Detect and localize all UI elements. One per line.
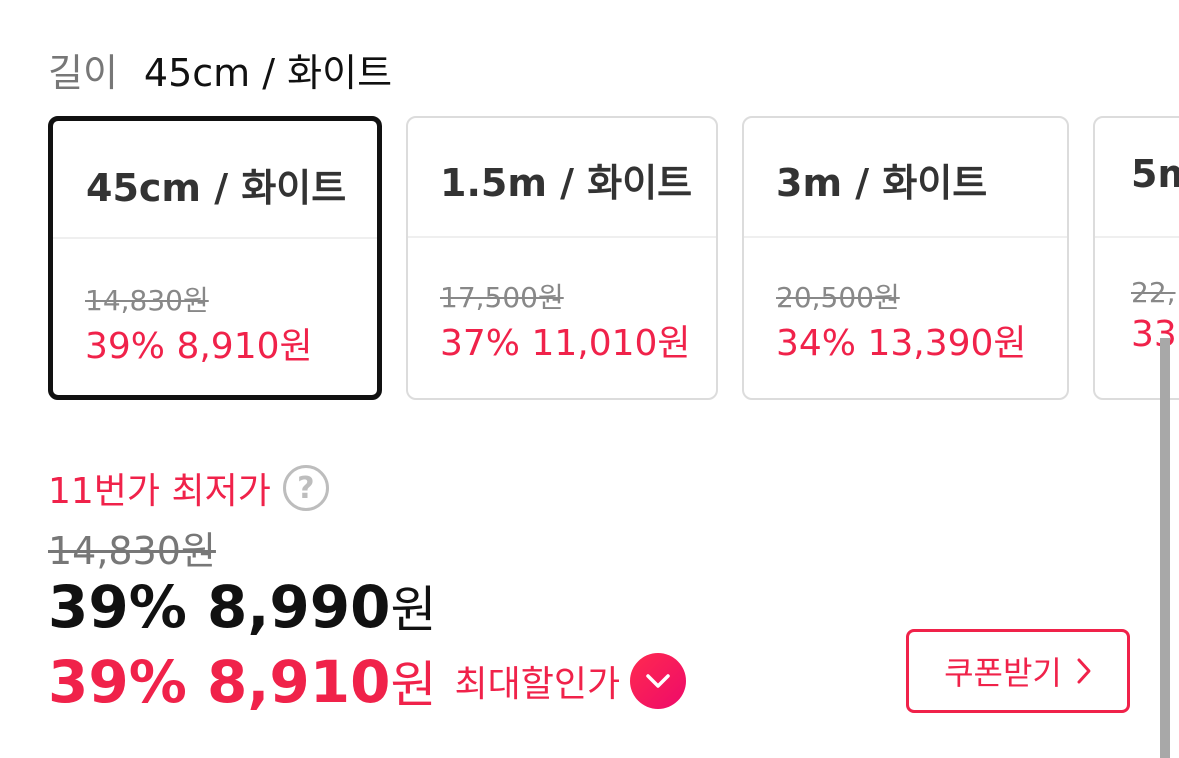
option-card-list: 45cm / 화이트 14,830원 39% 8,910원 1.5m / 화이트… [48,116,1179,402]
scrollbar[interactable] [1160,338,1170,758]
chevron-down-icon [646,674,670,688]
discount-price-amount: 39% 8,990 [48,573,391,641]
option-card-sale-price: 39% 8,910원 [85,326,313,367]
coupon-button[interactable]: 쿠폰받기 [906,629,1130,713]
question-circle-icon[interactable]: ? [282,465,329,511]
option-card-3m-white[interactable]: 3m / 화이트 20,500원 34% 13,390원 [742,116,1069,400]
chevron-right-icon [1076,657,1092,685]
max-discount-row: 39% 8,910원 최대할인가 [48,645,687,717]
lowest-price-label: 11번가 최저가 [48,471,271,512]
coupon-button-label: 쿠폰받기 [944,654,1062,692]
option-card-1-5m-white[interactable]: 1.5m / 화이트 17,500원 37% 11,010원 [406,116,718,400]
max-discount-price: 39% 8,910원 [48,645,436,717]
option-card-title: 1.5m / 화이트 [440,161,693,205]
option-card-original-price: 17,500원 [440,281,564,314]
option-card-45cm-white[interactable]: 45cm / 화이트 14,830원 39% 8,910원 [48,116,382,400]
option-card-title: 3m / 화이트 [776,161,988,205]
option-card-original-price: 20,500원 [776,281,900,314]
option-card-original-price: 14,830원 [85,284,209,317]
max-discount-expand-button[interactable] [630,653,687,709]
max-discount-label: 최대할인가 [454,664,621,705]
option-card-sale-price: 37% 11,010원 [440,323,691,364]
option-card-divider [1095,236,1179,238]
option-card-divider [408,236,716,238]
discount-price-unit: 원 [390,581,437,639]
max-discount-amount: 39% 8,910 [48,648,391,716]
option-label: 길이 [48,51,118,95]
option-card-title: 45cm / 화이트 [86,166,347,210]
option-card-title: 5m [1131,152,1179,196]
discount-price: 39% 8,990원 [48,570,436,642]
lowest-price-row: 11번가 최저가 ? [48,462,329,514]
option-selected-value: 45cm / 화이트 [143,51,393,95]
option-card-divider [53,237,377,239]
help-glyph: ? [297,470,315,506]
option-header: 길이 45cm / 화이트 [48,42,392,95]
original-price: 14,830원 [48,529,216,573]
option-card-original-price: 22, [1131,276,1176,309]
max-discount-unit: 원 [390,656,437,714]
option-card-sale-price: 34% 13,390원 [776,323,1027,364]
option-card-divider [744,236,1067,238]
